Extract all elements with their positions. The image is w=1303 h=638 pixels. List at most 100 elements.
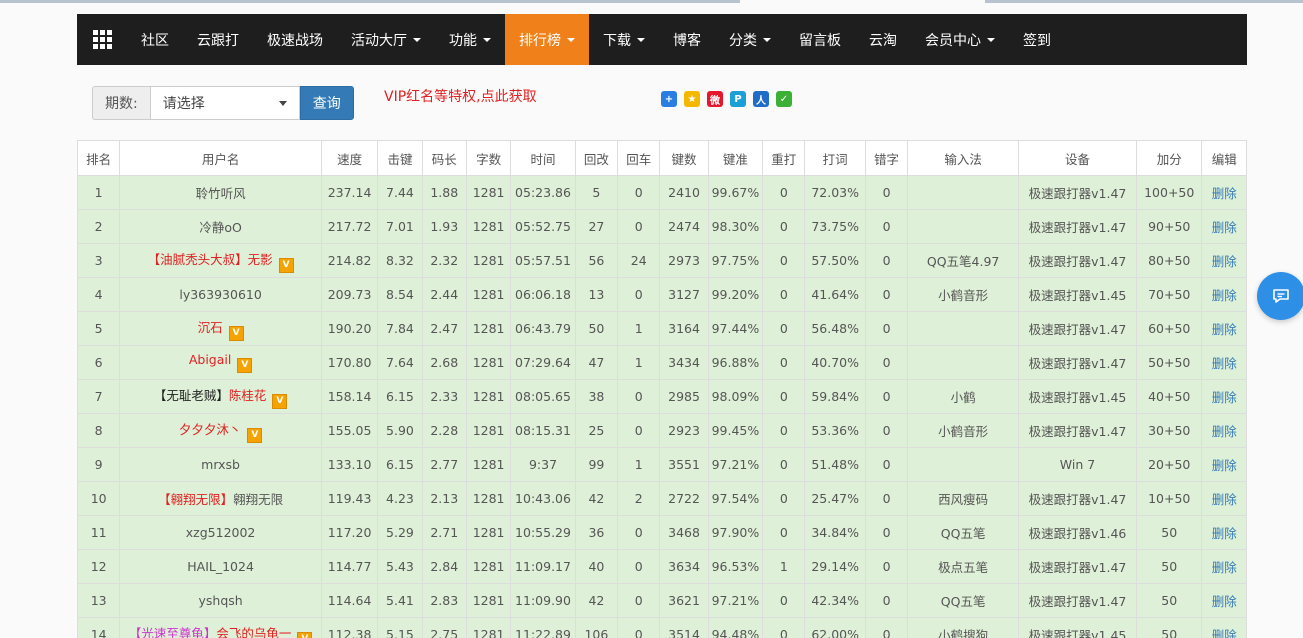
device-cell: 极速跟打器v1.47: [1018, 413, 1137, 448]
delete-link[interactable]: 删除: [1201, 311, 1247, 346]
backspace-cell: 13: [574, 277, 619, 312]
username-link[interactable]: yshqsh: [198, 593, 242, 608]
rank-cell: 3: [76, 243, 121, 278]
speed-cell: 237.14: [320, 175, 379, 210]
column-header[interactable]: 输入法: [907, 140, 1020, 176]
renren-share-icon[interactable]: 人: [753, 91, 769, 107]
delete-link[interactable]: 删除: [1201, 277, 1247, 312]
apps-grid-button[interactable]: [77, 14, 127, 65]
nav-item[interactable]: 排行榜: [505, 14, 589, 65]
username-cell: 夕夕夕沐丶 V: [119, 413, 322, 448]
main-navbar: 社区 云跟打 极速战场 活动大厅 功能 排行榜 下载 博客 分类 留言板 云淘 会员中心 签到: [77, 14, 1247, 65]
codelen-cell: 2.13: [421, 481, 467, 516]
nav-item[interactable]: 极速战场: [253, 14, 337, 65]
keystroke-cell: 5.15: [377, 617, 423, 638]
plus-share-icon[interactable]: +: [661, 91, 677, 107]
delete-link[interactable]: 删除: [1201, 583, 1247, 618]
username-link[interactable]: 夕夕夕沐丶: [179, 422, 242, 437]
nav-item[interactable]: 博客: [659, 14, 715, 65]
keystroke-cell: 5.29: [377, 515, 423, 550]
column-header[interactable]: 错字: [864, 140, 909, 176]
delete-link[interactable]: 删除: [1201, 481, 1247, 516]
column-header[interactable]: 时间: [510, 140, 576, 176]
delete-link[interactable]: 删除: [1201, 515, 1247, 550]
device-cell: 极速跟打器v1.47: [1018, 209, 1137, 244]
delete-link[interactable]: 删除: [1201, 447, 1247, 482]
delete-link[interactable]: 删除: [1201, 617, 1247, 638]
username-link[interactable]: xzg512002: [186, 525, 256, 540]
vip-badge-icon: V: [272, 393, 288, 409]
team-tag[interactable]: 【光速至尊龟】: [129, 626, 217, 638]
accuracy-cell: 97.21%: [707, 447, 764, 482]
team-tag[interactable]: 【翱翔无限】: [158, 492, 233, 507]
vip-badge-icon: V: [228, 325, 244, 341]
column-header[interactable]: 设备: [1018, 140, 1137, 176]
weibo-share-icon[interactable]: 微: [707, 91, 723, 107]
column-header[interactable]: 编辑: [1201, 140, 1247, 176]
username-link[interactable]: 陈桂花: [229, 388, 267, 403]
tencent-weibo-share-icon[interactable]: P: [730, 91, 746, 107]
nav-item[interactable]: 分类: [715, 14, 785, 65]
nav-item[interactable]: 留言板: [785, 14, 855, 65]
column-header[interactable]: 排名: [76, 140, 121, 176]
delete-link[interactable]: 删除: [1201, 209, 1247, 244]
nav-item[interactable]: 签到: [1009, 14, 1065, 65]
nav-item[interactable]: 社区: [127, 14, 183, 65]
rank-cell: 1: [76, 175, 121, 210]
username-link[interactable]: ly363930610: [179, 287, 261, 302]
username-link[interactable]: 无影: [248, 252, 273, 267]
nav-item[interactable]: 云跟打: [183, 14, 253, 65]
backspace-cell: 25: [574, 413, 619, 448]
period-selector-group: 期数: 请选择 查询: [92, 86, 354, 120]
query-button[interactable]: 查询: [299, 86, 354, 120]
nav-item[interactable]: 会员中心: [911, 14, 1009, 65]
delete-link[interactable]: 删除: [1201, 413, 1247, 448]
codelen-cell: 2.68: [421, 345, 467, 380]
time-cell: 05:23.86: [510, 175, 576, 210]
delete-link[interactable]: 删除: [1201, 345, 1247, 380]
delete-link[interactable]: 删除: [1201, 379, 1247, 414]
column-header[interactable]: 速度: [320, 140, 379, 176]
bonus-cell: 10+50: [1135, 481, 1203, 516]
username-link[interactable]: 会飞的乌龟一: [216, 626, 291, 638]
keys-cell: 2722: [659, 481, 709, 516]
team-tag[interactable]: 【无耻老贼】: [154, 388, 229, 403]
period-select[interactable]: 请选择: [149, 86, 300, 120]
username-link[interactable]: 沉石: [198, 320, 223, 335]
username-link[interactable]: 冷静oO: [199, 220, 242, 235]
column-header[interactable]: 码长: [421, 140, 467, 176]
codelen-cell: 2.71: [421, 515, 467, 550]
username-link[interactable]: 翱翔无限: [233, 492, 283, 507]
delete-link[interactable]: 删除: [1201, 243, 1247, 278]
delete-link[interactable]: 删除: [1201, 549, 1247, 584]
period-select-value: 请选择: [162, 96, 205, 112]
username-link[interactable]: HAIL_1024: [187, 559, 254, 574]
nav-item[interactable]: 云淘: [855, 14, 911, 65]
username-link[interactable]: 聆竹听风: [196, 186, 246, 201]
chat-float-button[interactable]: [1257, 272, 1303, 320]
column-header[interactable]: 加分: [1135, 140, 1203, 176]
word_rate-cell: 42.34%: [804, 583, 866, 618]
column-header[interactable]: 回改: [574, 140, 619, 176]
column-header[interactable]: 字数: [465, 140, 512, 176]
column-header[interactable]: 打词: [804, 140, 866, 176]
chars-cell: 1281: [465, 447, 512, 482]
qzone-share-icon[interactable]: ★: [684, 91, 700, 107]
nav-item-label: 留言板: [799, 32, 841, 49]
username-link[interactable]: Abigail: [189, 352, 232, 367]
nav-item[interactable]: 下载: [589, 14, 659, 65]
column-header[interactable]: 击键: [377, 140, 423, 176]
column-header[interactable]: 重打: [762, 140, 806, 176]
column-header[interactable]: 键数: [659, 140, 709, 176]
backspace-cell: 27: [574, 209, 619, 244]
nav-item[interactable]: 功能: [435, 14, 505, 65]
wechat-share-icon[interactable]: ✓: [776, 91, 792, 107]
column-header[interactable]: 用户名: [119, 140, 322, 176]
column-header[interactable]: 回车: [617, 140, 661, 176]
delete-link[interactable]: 删除: [1201, 175, 1247, 210]
column-header[interactable]: 键准: [707, 140, 764, 176]
nav-item[interactable]: 活动大厅: [337, 14, 435, 65]
vip-privilege-link[interactable]: VIP红名等特权,点此获取: [384, 86, 537, 106]
team-tag[interactable]: 【油腻秃头大叔】: [148, 252, 248, 267]
username-link[interactable]: mrxsb: [201, 457, 240, 472]
